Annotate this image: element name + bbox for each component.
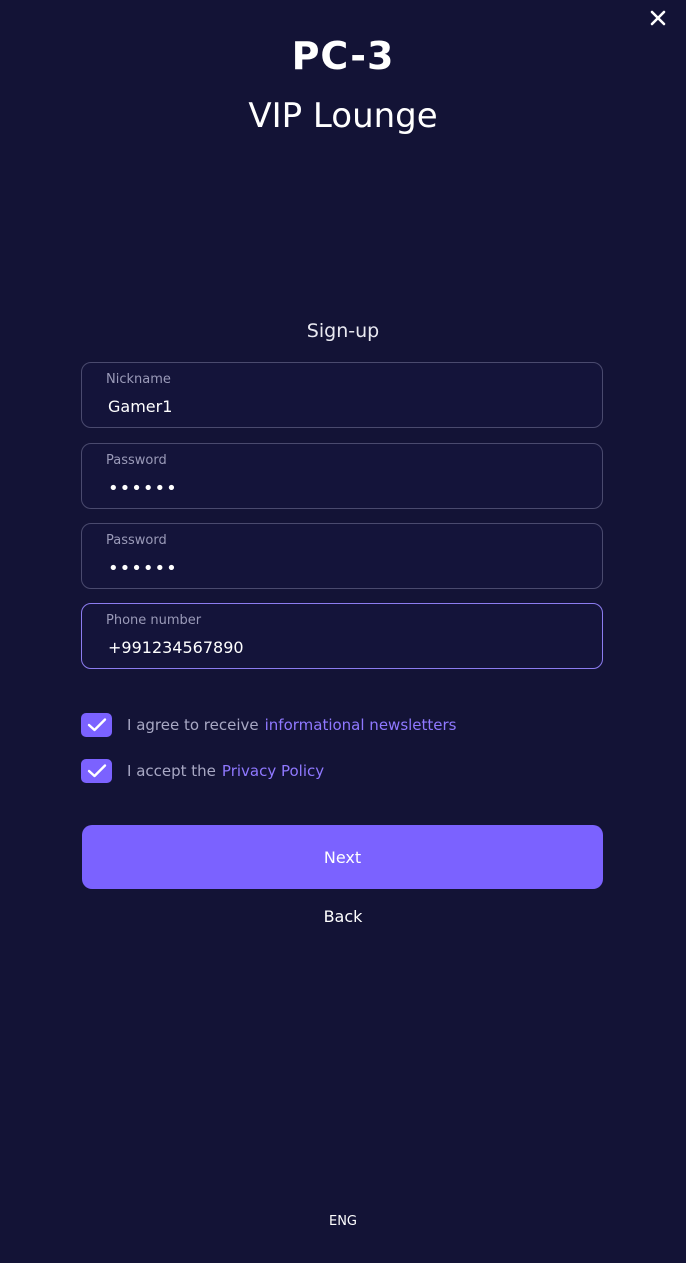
close-button[interactable] <box>646 6 670 30</box>
phone-number-label: Phone number <box>106 613 202 628</box>
back-button[interactable]: Back <box>0 907 686 926</box>
lounge-title: VIP Lounge <box>248 96 438 136</box>
password-field[interactable]: Password •••••• <box>81 443 603 509</box>
station-title: PC-3 <box>291 34 395 78</box>
language-selector[interactable]: ENG <box>0 1214 686 1229</box>
nickname-label: Nickname <box>106 372 171 387</box>
checkmark-icon <box>87 764 106 778</box>
nickname-value[interactable]: Gamer1 <box>108 397 172 416</box>
newsletter-checkbox[interactable] <box>81 713 112 737</box>
newsletter-consent-text: I agree to receive <box>127 716 259 734</box>
privacy-consent-row: I accept the Privacy Policy <box>81 759 324 783</box>
nickname-field[interactable]: Nickname Gamer1 <box>81 362 603 428</box>
next-button[interactable]: Next <box>82 825 603 889</box>
signup-screen: PC-3 VIP Lounge Sign-up Nickname Gamer1 … <box>0 0 686 1263</box>
confirm-password-value[interactable]: •••••• <box>108 558 178 579</box>
newsletter-consent-row: I agree to receive informational newslet… <box>81 713 457 737</box>
checkmark-icon <box>87 718 106 732</box>
password-value[interactable]: •••••• <box>108 478 178 499</box>
privacy-consent-text: I accept the <box>127 762 216 780</box>
password-label: Password <box>106 453 167 468</box>
confirm-password-field[interactable]: Password •••••• <box>81 523 603 589</box>
privacy-checkbox[interactable] <box>81 759 112 783</box>
confirm-password-label: Password <box>106 533 167 548</box>
close-icon <box>650 10 666 26</box>
privacy-policy-link[interactable]: Privacy Policy <box>222 762 324 780</box>
newsletter-link[interactable]: informational newsletters <box>265 716 457 734</box>
phone-number-field[interactable]: Phone number +991234567890 <box>81 603 603 669</box>
phone-number-value[interactable]: +991234567890 <box>108 638 244 657</box>
form-heading: Sign-up <box>306 320 380 342</box>
